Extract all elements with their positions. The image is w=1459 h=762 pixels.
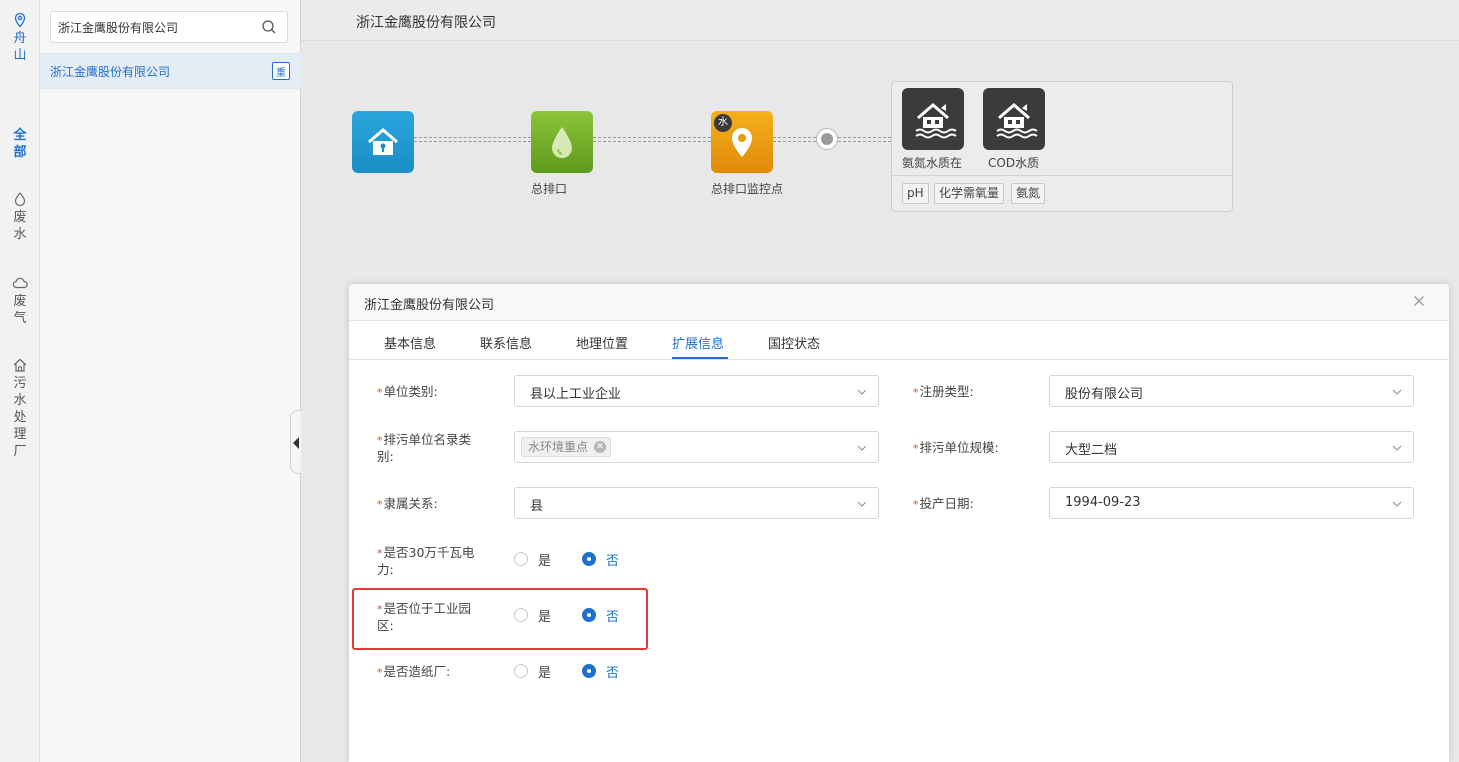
flow-node-main-outlet[interactable] (531, 111, 593, 173)
tag-cod: 化学需氧量 (934, 183, 1005, 204)
tab-national-control[interactable]: 国控状态 (768, 333, 820, 352)
water-drop-icon (14, 192, 26, 207)
cloud-icon (12, 277, 28, 289)
rail-label-all: 全部 (13, 128, 27, 160)
house-icon (13, 358, 27, 372)
tree-item-company[interactable]: 浙江金鹰股份有限公司 重 (40, 53, 301, 89)
chevron-down-icon (1392, 501, 1402, 507)
flow-connector (593, 137, 711, 138)
flow-connector (414, 141, 531, 142)
power-300k-no-label[interactable]: 否 (606, 550, 619, 569)
directory-category-label: *排污单位名录类 别: (377, 432, 472, 464)
flow-node-monitor-point[interactable]: 水 (711, 111, 773, 173)
tab-contact-info[interactable]: 联系信息 (480, 333, 532, 352)
chevron-down-icon (857, 501, 867, 507)
location-pin-icon (14, 12, 26, 28)
tab-basic-info[interactable]: 基本信息 (384, 333, 436, 352)
tag-ammonia: 氨氮 (1011, 183, 1046, 204)
page-title: 浙江金鹰股份有限公司 (356, 15, 496, 31)
chip-remove-icon[interactable]: ✕ (594, 441, 607, 453)
chevron-down-icon (1392, 445, 1402, 451)
water-badge: 水 (714, 114, 732, 132)
tab-extended-info[interactable]: 扩展信息 (672, 333, 724, 352)
station-box: 氨氮水质在 COD水质 pH 化学需氧量 氨氮 (891, 81, 1233, 212)
rail-item-wastewater[interactable]: 废水 (0, 191, 40, 243)
affiliation-label: *隶属关系: (377, 496, 438, 511)
paper-mill-no-radio[interactable] (582, 664, 596, 678)
rail-item-exhaust[interactable]: 废气 (0, 275, 40, 327)
main-header: 浙江金鹰股份有限公司 (301, 0, 1459, 41)
tree-search-input[interactable] (51, 12, 256, 42)
key-badge: 重 (272, 62, 290, 80)
search-icon[interactable] (261, 19, 277, 35)
tree-item-label: 浙江金鹰股份有限公司 (50, 65, 171, 79)
tag-ph: pH (902, 183, 929, 204)
chevron-down-icon (1392, 389, 1402, 395)
active-tab-indicator (672, 357, 728, 359)
station-cod-label: COD水质 (988, 156, 1040, 170)
station-ammonia-label: 氨氮水质在 (902, 156, 963, 170)
rail-item-all[interactable]: 全部 (0, 127, 40, 161)
flow-connector (414, 137, 531, 138)
chevron-down-icon (857, 445, 867, 451)
tree-search-box (50, 11, 288, 43)
rail-label-wastewater: 废水 (13, 210, 27, 242)
rail-item-zhoushan[interactable]: 舟山 (0, 12, 40, 64)
flooded-house-icon (996, 103, 1038, 139)
power-300k-yes-radio[interactable] (514, 552, 528, 566)
annotation-highlight-box (352, 588, 648, 650)
power-300k-no-radio[interactable] (582, 552, 596, 566)
unit-category-label: *单位类别: (377, 384, 438, 399)
paper-mill-yes-radio[interactable] (514, 664, 528, 678)
paper-mill-no-label[interactable]: 否 (606, 662, 619, 681)
power-300k-label: *是否30万千瓦电 力: (377, 545, 475, 577)
icon-rail: 舟山 全部 废水 废气 污水处理厂 (0, 0, 40, 762)
rail-label-zhoushan: 舟山 (13, 31, 27, 63)
affiliation-select[interactable]: 县 (514, 487, 879, 519)
flow-end-dot (816, 128, 838, 150)
close-icon[interactable] (1411, 293, 1427, 309)
flow-node-enterprise[interactable] (352, 111, 414, 173)
unit-scale-label: *排污单位规模: (913, 440, 999, 455)
factory-house-icon (368, 128, 398, 155)
directory-category-select[interactable]: 水环境重点 ✕ (514, 431, 879, 463)
modal-header: 浙江金鹰股份有限公司 (349, 284, 1449, 321)
reg-type-select[interactable]: 股份有限公司 (1049, 375, 1414, 407)
unit-scale-select[interactable]: 大型二档 (1049, 431, 1414, 463)
reg-type-label: *注册类型: (913, 384, 974, 399)
power-300k-yes-label[interactable]: 是 (538, 550, 551, 569)
modal-title: 浙江金鹰股份有限公司 (364, 298, 495, 313)
modal-tabs: 基本信息 联系信息 地理位置 扩展信息 国控状态 (349, 321, 1449, 360)
paper-mill-yes-label[interactable]: 是 (538, 662, 551, 681)
flow-node-main-outlet-label: 总排口 (531, 182, 568, 196)
rail-item-sewage-plant[interactable]: 污水处理厂 (0, 357, 40, 460)
tab-location[interactable]: 地理位置 (576, 333, 628, 352)
tree-panel: 浙江金鹰股份有限公司 重 (40, 0, 301, 762)
rail-label-sewage-plant: 污水处理厂 (13, 376, 27, 459)
water-drop-icon (552, 127, 572, 158)
start-date-label: *投产日期: (913, 496, 974, 511)
station-ammonia[interactable] (902, 88, 964, 150)
start-date-picker[interactable]: 1994-09-23 (1049, 487, 1414, 519)
flow-node-monitor-point-label: 总排口监控点 (711, 182, 784, 196)
divider (892, 175, 1232, 176)
unit-category-select[interactable]: 县以上工业企业 (514, 375, 879, 407)
company-info-modal: 浙江金鹰股份有限公司 基本信息 联系信息 地理位置 扩展信息 国控状态 *单位类… (349, 284, 1449, 762)
rail-label-exhaust: 废气 (13, 294, 27, 326)
flooded-house-icon (915, 103, 957, 139)
chevron-down-icon (857, 389, 867, 395)
selected-chip: 水环境重点 ✕ (521, 437, 612, 457)
flow-connector (593, 141, 711, 142)
station-cod[interactable] (983, 88, 1045, 150)
paper-mill-label: *是否造纸厂: (377, 664, 451, 679)
